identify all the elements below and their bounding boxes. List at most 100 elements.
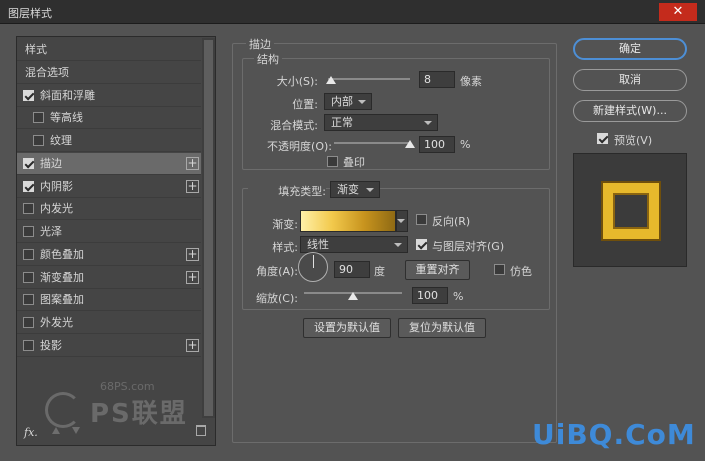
fill-type-value: 渐变 xyxy=(337,183,359,196)
list-divider xyxy=(17,356,201,357)
size-field[interactable]: 8 xyxy=(419,71,455,88)
size-slider-track[interactable] xyxy=(328,78,410,80)
set-default-button[interactable]: 设置为默认值 xyxy=(303,318,391,338)
chevron-down-icon xyxy=(424,121,432,125)
opacity-label: 不透明度(O): xyxy=(267,140,332,153)
position-dropdown[interactable]: 内部 xyxy=(324,93,372,110)
style-list-checkbox[interactable] xyxy=(23,226,34,237)
watermark-url: UiBQ.CoM xyxy=(532,418,696,451)
style-list-scroll-thumb[interactable] xyxy=(204,40,213,416)
style-list-item-label: 等高线 xyxy=(50,111,83,124)
move-up-icon[interactable] xyxy=(52,427,60,434)
style-list-checkbox[interactable] xyxy=(23,249,34,260)
gradient-label: 渐变: xyxy=(272,218,298,231)
size-slider-knob[interactable] xyxy=(326,76,337,84)
chevron-down-icon xyxy=(394,243,402,247)
style-value: 线性 xyxy=(307,238,329,251)
opacity-slider-knob[interactable] xyxy=(405,140,415,148)
style-list-item[interactable]: 等高线 xyxy=(17,107,201,129)
style-list-item[interactable]: 颜色叠加 + xyxy=(17,244,201,266)
gradient-swatch[interactable] xyxy=(300,210,396,232)
reset-align-button[interactable]: 重置对齐 xyxy=(405,260,470,280)
opacity-unit: % xyxy=(460,138,471,151)
size-label: 大小(S): xyxy=(276,75,318,88)
fill-type-dropdown[interactable]: 渐变 xyxy=(330,181,380,198)
watermark-logo-text: PS联盟 xyxy=(90,399,188,429)
style-list-item[interactable]: 投影 + xyxy=(17,335,201,357)
gradient-dropdown[interactable] xyxy=(396,210,408,232)
style-list-checkbox[interactable] xyxy=(23,181,34,192)
preview-checkbox[interactable] xyxy=(597,133,608,144)
style-list-checkbox[interactable] xyxy=(23,158,34,169)
style-preview xyxy=(573,153,687,267)
style-list-item[interactable]: 渐变叠加 + xyxy=(17,267,201,289)
new-style-button[interactable]: 新建样式(W)... xyxy=(573,100,687,122)
blend-mode-dropdown[interactable]: 正常 xyxy=(324,114,438,131)
close-button[interactable]: ✕ xyxy=(659,3,697,21)
style-list-checkbox[interactable] xyxy=(23,340,34,351)
style-list-item-label: 光泽 xyxy=(40,225,62,238)
add-effect-icon[interactable]: + xyxy=(186,271,199,284)
fill-type-label: 填充类型: xyxy=(248,183,326,199)
style-list-item-label: 内阴影 xyxy=(40,180,73,193)
add-effect-icon[interactable]: + xyxy=(186,339,199,352)
style-list-item[interactable]: 外发光 xyxy=(17,312,201,334)
scale-slider-knob[interactable] xyxy=(348,292,358,300)
opacity-slider-track[interactable] xyxy=(334,142,410,144)
add-effect-icon[interactable]: + xyxy=(186,180,199,193)
dither-checkbox[interactable] xyxy=(494,264,505,275)
stroke-settings: 描边 结构 大小(S): 8 像素 位置: 内部 混合模式: 正常 不透明度(O… xyxy=(232,36,557,446)
style-list-checkbox[interactable] xyxy=(33,112,44,123)
list-divider xyxy=(17,242,201,243)
style-list-item-label: 内发光 xyxy=(40,202,73,215)
overprint-checkbox[interactable] xyxy=(327,156,338,167)
align-with-layer-checkbox[interactable] xyxy=(416,239,427,250)
angle-label: 角度(A): xyxy=(256,265,298,278)
list-divider xyxy=(17,151,201,152)
list-divider xyxy=(17,219,201,220)
fx-icon[interactable]: fx. xyxy=(24,426,38,439)
scale-field[interactable]: 100 xyxy=(412,287,448,304)
style-list-item[interactable]: 内阴影 + xyxy=(17,176,201,198)
preview-thumbnail xyxy=(603,183,659,239)
chevron-down-icon xyxy=(366,188,374,192)
style-list-item[interactable]: 混合选项 xyxy=(17,62,201,84)
style-list-item[interactable]: 光泽 xyxy=(17,221,201,243)
angle-dial[interactable] xyxy=(298,252,328,282)
style-list-item[interactable]: 内发光 xyxy=(17,198,201,220)
opacity-field[interactable]: 100 xyxy=(419,136,455,153)
style-list-checkbox[interactable] xyxy=(23,90,34,101)
chevron-down-icon xyxy=(397,219,405,223)
list-divider xyxy=(17,310,201,311)
angle-unit: 度 xyxy=(374,265,385,278)
style-list-item-label: 描边 xyxy=(40,157,62,170)
trash-icon[interactable] xyxy=(196,425,206,436)
add-effect-icon[interactable]: + xyxy=(186,248,199,261)
blend-mode-label: 混合模式: xyxy=(270,119,318,132)
style-list-item[interactable]: 纹理 xyxy=(17,130,201,152)
style-list-item-label: 斜面和浮雕 xyxy=(40,89,95,102)
list-divider xyxy=(17,83,201,84)
angle-field[interactable]: 90 xyxy=(334,261,370,278)
style-list-checkbox[interactable] xyxy=(23,317,34,328)
ok-button[interactable]: 确定 xyxy=(573,38,687,60)
add-effect-icon[interactable]: + xyxy=(186,157,199,170)
style-dropdown[interactable]: 线性 xyxy=(300,236,408,253)
blend-mode-value: 正常 xyxy=(331,116,353,129)
stroke-section-title: 描边 xyxy=(246,36,274,52)
style-list-checkbox[interactable] xyxy=(23,294,34,305)
style-list-item[interactable]: 斜面和浮雕 xyxy=(17,85,201,107)
window-title: 图层样式 xyxy=(8,7,52,20)
list-divider xyxy=(17,265,201,266)
style-list-item-label: 纹理 xyxy=(50,134,72,147)
style-list-checkbox[interactable] xyxy=(23,203,34,214)
reset-default-button[interactable]: 复位为默认值 xyxy=(398,318,486,338)
cancel-button[interactable]: 取消 xyxy=(573,69,687,91)
move-down-icon[interactable] xyxy=(72,427,80,434)
reverse-checkbox[interactable] xyxy=(416,214,427,225)
style-list-item[interactable]: 样式 xyxy=(17,39,201,61)
style-list-item[interactable]: 图案叠加 xyxy=(17,289,201,311)
style-list-checkbox[interactable] xyxy=(33,135,44,146)
style-list-checkbox[interactable] xyxy=(23,272,34,283)
style-list-item[interactable]: 描边 + xyxy=(17,153,201,175)
